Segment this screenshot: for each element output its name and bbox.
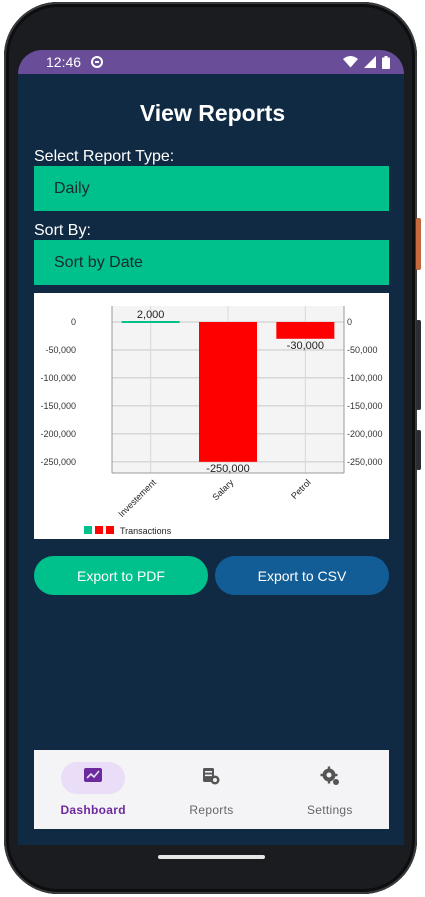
y-tick-label-left: 0 [71, 317, 76, 327]
x-tick-label: Salary [210, 477, 235, 502]
battery-icon [382, 55, 390, 69]
settings-icon [320, 766, 339, 785]
y-tick-label-right: -100,000 [347, 373, 383, 383]
home-indicator [158, 855, 265, 859]
side-button [416, 430, 421, 470]
status-bar: 12:46 [18, 50, 404, 74]
y-tick-label-left: -200,000 [40, 429, 76, 439]
power-button [416, 218, 421, 270]
sort-by-value: Sort by Date [54, 253, 143, 271]
nav-reports-label: Reports [189, 803, 234, 817]
report-type-select[interactable]: Daily [34, 166, 389, 211]
nav-reports[interactable]: Reports [152, 750, 270, 829]
sort-by-select[interactable]: Sort by Date [34, 240, 389, 285]
y-tick-label-right: -150,000 [347, 401, 383, 411]
x-tick-label: Investement [116, 477, 158, 519]
notification-icon [91, 56, 104, 68]
transactions-chart: 0 0 -50,000 -50,000 -100,000 -100,000 -150,000… [34, 293, 389, 539]
bar-petrol [276, 322, 335, 339]
page-title: View Reports [139, 100, 286, 126]
legend-swatch [106, 526, 114, 534]
bar-data-label: 2,000 [137, 309, 165, 321]
sort-by-label: Sort By: [34, 222, 91, 239]
chart-svg: 0 0 -50,000 -50,000 -100,000 -100,000 -150,000… [40, 306, 383, 536]
y-tick-label-left: -150,000 [40, 401, 76, 411]
export-pdf-button[interactable]: Export to PDF [34, 556, 208, 595]
dashboard-icon [84, 768, 103, 782]
legend-swatch [84, 526, 92, 534]
export-csv-button[interactable]: Export to CSV [215, 556, 389, 595]
legend-label: Transactions [120, 526, 172, 536]
signal-icon [364, 56, 376, 68]
report-type-label: Select Report Type: [34, 148, 175, 165]
nav-settings[interactable]: Settings [271, 750, 389, 829]
y-tick-label-left: -50,000 [45, 345, 76, 355]
nav-dashboard-label: Dashboard [60, 803, 126, 817]
reports-icon [203, 768, 220, 785]
y-tick-label-right: -250,000 [347, 457, 383, 467]
y-tick-label-left: -100,000 [40, 373, 76, 383]
y-tick-label-right: 0 [347, 317, 352, 327]
status-time: 12:46 [46, 54, 82, 70]
nav-dashboard[interactable]: Dashboard [34, 750, 152, 829]
y-tick-label-right: -200,000 [347, 429, 383, 439]
y-tick-label-right: -50,000 [347, 345, 378, 355]
bar-data-label: -30,000 [287, 340, 324, 352]
nav-settings-label: Settings [306, 803, 353, 817]
volume-button [416, 320, 421, 410]
bar-salary [199, 322, 257, 462]
bar-investement [121, 321, 180, 323]
bottom-navigation: Dashboard Reports Settings [34, 750, 389, 829]
x-tick-label: Petrol [289, 477, 313, 501]
wifi-icon [343, 56, 358, 68]
report-type-value: Daily [54, 179, 90, 197]
legend-swatch [95, 526, 103, 534]
y-tick-label-left: -250,000 [40, 457, 76, 467]
bar-data-label: -250,000 [206, 463, 249, 475]
